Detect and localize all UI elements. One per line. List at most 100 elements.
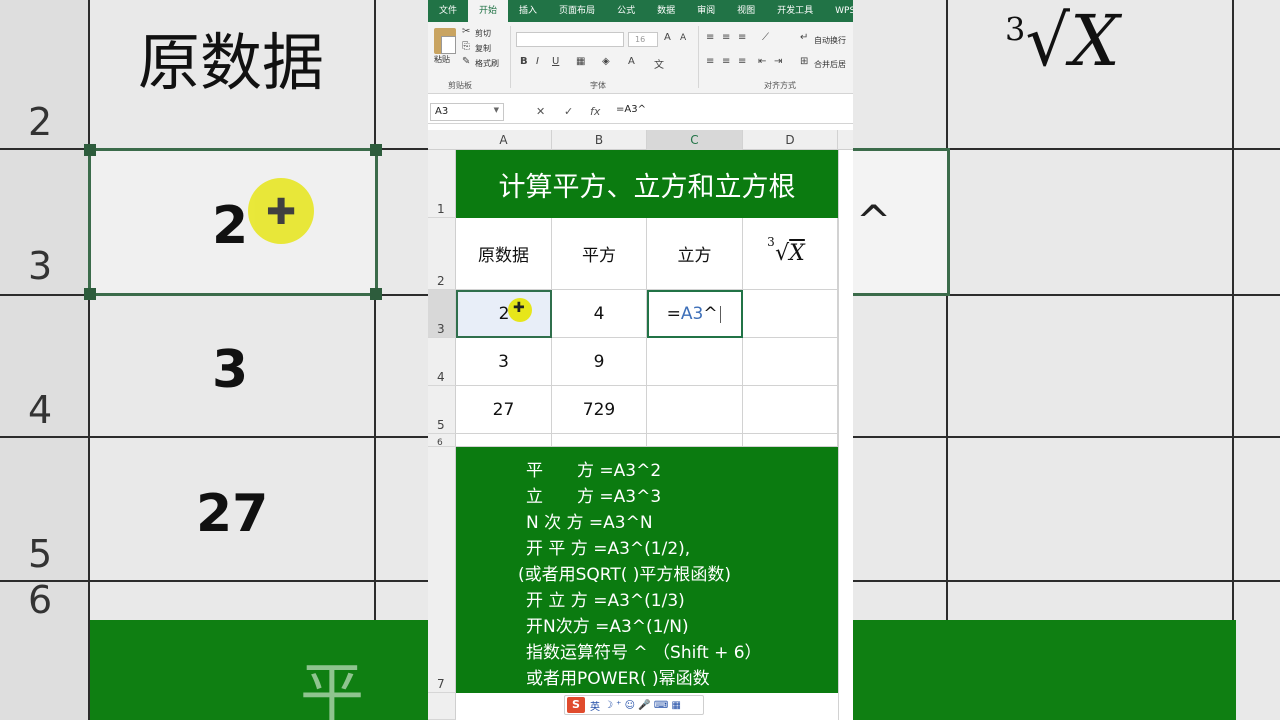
bg-row-number: 3	[28, 244, 53, 288]
merge-icon[interactable]: ⊞	[800, 56, 808, 67]
column-header-d[interactable]: D	[743, 130, 838, 150]
tab-formulas[interactable]: 公式	[606, 0, 646, 22]
copy-button[interactable]: 复制	[475, 43, 491, 54]
row-header-2[interactable]: 2	[428, 218, 456, 290]
header-square[interactable]: 平方	[552, 218, 647, 290]
cut-icon[interactable]: ✂	[462, 26, 470, 37]
cancel-icon[interactable]: ✕	[536, 105, 545, 118]
tab-wps[interactable]: WPS	[824, 0, 853, 22]
cell-c4[interactable]	[647, 338, 743, 386]
format-painter-button[interactable]: 格式刷	[475, 58, 499, 69]
font-size-select[interactable]: 16	[628, 32, 658, 47]
cell-b3[interactable]: 4	[552, 290, 647, 338]
tab-insert[interactable]: 插入	[508, 0, 548, 22]
bg-value: 3	[212, 340, 249, 400]
merge-center-button[interactable]: 合并后居	[814, 59, 846, 70]
align-right-icon[interactable]: ≡	[738, 56, 746, 67]
cut-button[interactable]: 剪切	[475, 28, 491, 39]
paste-button[interactable]: 粘贴	[434, 54, 450, 65]
orientation-icon[interactable]: ⟋	[762, 32, 769, 43]
decrease-indent-icon[interactable]: ⇤	[758, 56, 766, 67]
cell-c6[interactable]	[647, 434, 743, 447]
row-header-4[interactable]: 4	[428, 338, 456, 386]
cell-a3[interactable]: 2	[456, 290, 552, 338]
align-bottom-icon[interactable]: ≡	[738, 32, 746, 43]
note-line: 立 方 =A3^3	[526, 487, 662, 507]
row-header-3[interactable]: 3	[428, 290, 456, 338]
font-color-icon[interactable]: A	[628, 56, 635, 67]
wrap-text-icon[interactable]: ↵	[800, 32, 808, 43]
cell-d5[interactable]	[743, 386, 838, 434]
tab-developer[interactable]: 开发工具	[766, 0, 824, 22]
header-original-data[interactable]: 原数据	[456, 218, 552, 290]
sogou-logo-icon: S	[567, 697, 585, 713]
cell-a5[interactable]: 27	[456, 386, 552, 434]
align-middle-icon[interactable]: ≡	[722, 32, 730, 43]
column-e-strip	[838, 150, 853, 720]
excel-window: 文件 开始 插入 页面布局 公式 数据 审阅 视图 开发工具 WPS 粘贴 ✂ …	[428, 0, 853, 720]
copy-icon[interactable]: ⎘	[462, 41, 470, 52]
row-header-7[interactable]: 7	[428, 447, 456, 693]
cell-a6[interactable]	[456, 434, 552, 447]
column-header-a[interactable]: A	[456, 130, 552, 150]
decrease-font-icon[interactable]: A	[680, 33, 686, 43]
cell-c3-editing[interactable]: = A3 ^ |	[647, 290, 743, 338]
ime-language-toggle[interactable]: 英	[590, 698, 600, 713]
align-left-icon[interactable]: ≡	[706, 56, 714, 67]
row-header-1[interactable]: 1	[428, 150, 456, 218]
sheet-title[interactable]: 计算平方、立方和立方根	[456, 150, 838, 218]
tab-page-layout[interactable]: 页面布局	[548, 0, 606, 22]
tab-data[interactable]: 数据	[646, 0, 686, 22]
row-header-5[interactable]: 5	[428, 386, 456, 434]
font-name-select[interactable]	[516, 32, 624, 47]
notes-block[interactable]: 平 方 =A3^2 立 方 =A3^3 N 次 方 =A3^N 开 平 方 =A…	[456, 447, 838, 693]
cell-d6[interactable]	[743, 434, 838, 447]
note-line: 或者用POWER( )幂函数	[526, 669, 710, 689]
cell-b6[interactable]	[552, 434, 647, 447]
increase-indent-icon[interactable]: ⇥	[774, 56, 782, 67]
align-top-icon[interactable]: ≡	[706, 32, 714, 43]
align-center-icon[interactable]: ≡	[722, 56, 730, 67]
italic-icon[interactable]: I	[536, 56, 539, 67]
cell-d4[interactable]	[743, 338, 838, 386]
cell-c5[interactable]	[647, 386, 743, 434]
paste-icon[interactable]	[434, 28, 456, 54]
cell-d3[interactable]	[743, 290, 838, 338]
bg-gridline	[946, 0, 948, 720]
wrap-text-button[interactable]: 自动换行	[814, 35, 846, 46]
cell-b4[interactable]: 9	[552, 338, 647, 386]
ime-tools-icons[interactable]: ☽ ⁺ ☺ 🎤 ⌨ ▦	[604, 700, 681, 711]
note-line: 开 平 方 =A3^(1/2),	[526, 539, 691, 559]
fill-color-icon[interactable]: ◈	[602, 56, 610, 67]
tab-view[interactable]: 视图	[726, 0, 766, 22]
tab-review[interactable]: 审阅	[686, 0, 726, 22]
cell-a4[interactable]: 3	[456, 338, 552, 386]
ime-toolbar[interactable]: S 英 ☽ ⁺ ☺ 🎤 ⌨ ▦	[564, 695, 704, 715]
tab-home[interactable]: 开始	[468, 0, 509, 22]
bg-gridline	[88, 0, 90, 720]
underline-icon[interactable]: U	[552, 56, 559, 67]
header-cube[interactable]: 立方	[647, 218, 743, 290]
phonetic-icon[interactable]: 文	[654, 56, 664, 71]
note-line: 指数运算符号 ^ （Shift + 6）	[526, 643, 762, 663]
bg-header-text: 原数据	[138, 26, 325, 99]
insert-function-icon[interactable]: fx	[590, 105, 600, 118]
tab-file[interactable]: 文件	[428, 0, 468, 22]
format-painter-icon[interactable]: ✎	[462, 56, 470, 67]
ribbon-separator	[698, 26, 699, 88]
enter-icon[interactable]: ✓	[564, 105, 573, 118]
cursor-crosshair-icon: ✚	[508, 298, 532, 322]
bg-row-number: 2	[28, 100, 53, 144]
bold-icon[interactable]: B	[520, 56, 528, 67]
bg-gridline	[374, 0, 376, 720]
formula-input[interactable]: =A3^	[616, 104, 646, 115]
cell-b5[interactable]: 729	[552, 386, 647, 434]
row-header-6[interactable]: 6	[428, 434, 456, 448]
header-cube-root[interactable]: 3 √X	[743, 218, 838, 290]
border-icon[interactable]: ▦	[576, 56, 585, 67]
column-header-c[interactable]: C	[647, 130, 743, 150]
column-header-b[interactable]: B	[552, 130, 647, 150]
name-box[interactable]: A3 ▼	[430, 103, 504, 121]
bg-value: 27	[196, 484, 269, 544]
increase-font-icon[interactable]: A	[664, 32, 671, 43]
